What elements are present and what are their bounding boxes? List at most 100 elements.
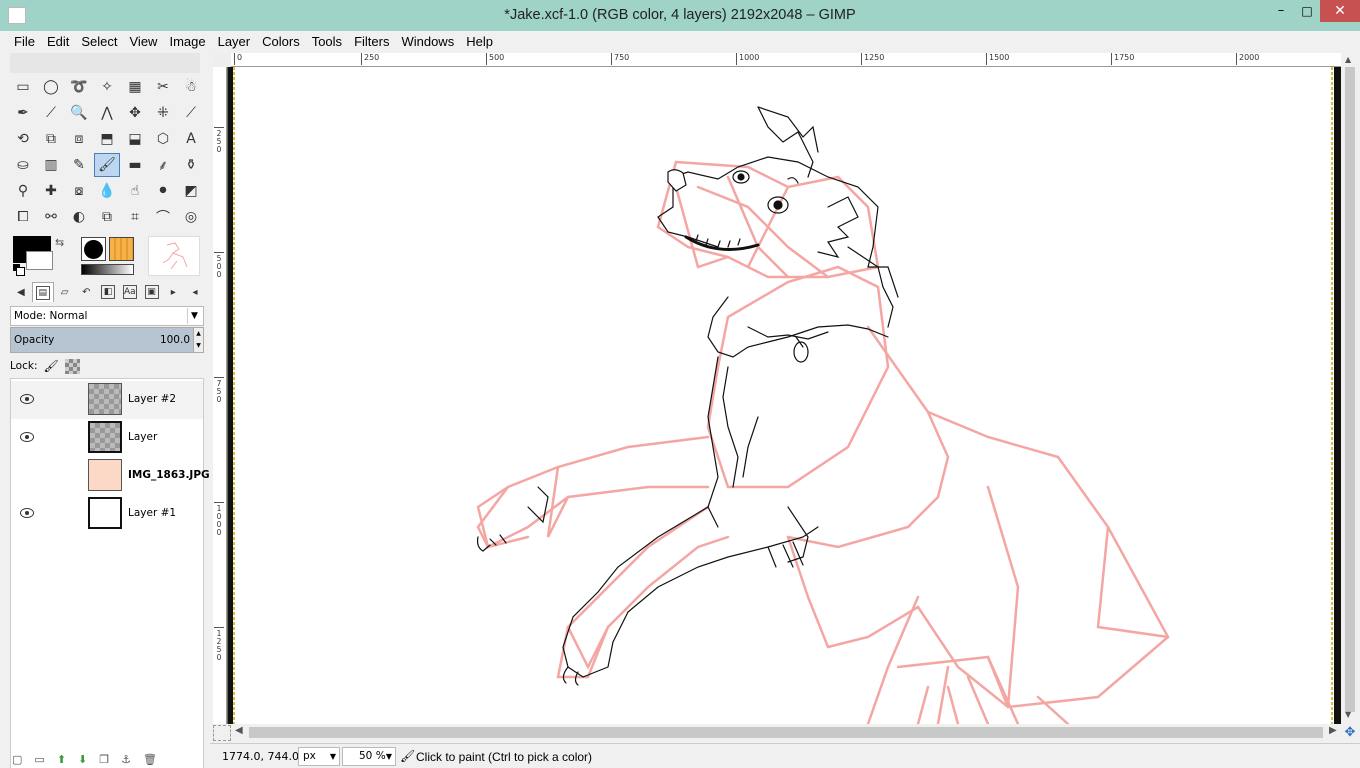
align-icon[interactable]: ⁜ [150, 101, 176, 125]
layer-row[interactable]: Layer #1 [11, 495, 203, 533]
paths-icon[interactable]: ✒ [10, 101, 36, 125]
new-layer-icon[interactable]: ▢ [12, 753, 22, 768]
crop-icon[interactable]: ⟋ [178, 101, 204, 125]
rect-select-icon[interactable]: ▭ [10, 75, 36, 99]
layer-mode-select[interactable]: Mode: Normal ▼ [10, 306, 204, 326]
perspective-clone-icon[interactable]: ⧇ [66, 179, 92, 203]
menu-edit[interactable]: Edit [41, 32, 75, 52]
airbrush-icon[interactable]: ⸙ [150, 153, 176, 177]
seamless-clone-icon[interactable]: ⧉ [94, 205, 120, 229]
layer-name[interactable]: IMG_1863.JPG [128, 469, 210, 481]
visibility-eye-icon[interactable] [20, 470, 34, 480]
layer-thumbnail[interactable] [88, 459, 122, 491]
foreground-select-icon[interactable]: ☃ [178, 75, 204, 99]
heal-icon[interactable]: ✚ [38, 179, 64, 203]
curves-icon[interactable]: ⌒ [150, 205, 176, 229]
blend-icon[interactable]: ▥ [38, 153, 64, 177]
horizontal-scrollbar[interactable]: ◀ ▶ [231, 724, 1341, 741]
menu-select[interactable]: Select [75, 32, 123, 52]
layer-thumbnail[interactable] [88, 497, 122, 529]
bucket-fill-icon[interactable]: ⛀ [10, 153, 36, 177]
visibility-eye-icon[interactable] [20, 432, 34, 442]
layer-thumbnail[interactable] [88, 383, 122, 415]
cage-icon[interactable]: ⬡ [150, 127, 176, 151]
raise-layer-icon[interactable]: ⬆ [57, 753, 66, 768]
unified-transform-icon[interactable]: ◩ [178, 179, 204, 203]
layer-name[interactable]: Layer #1 [128, 507, 176, 519]
free-select-icon[interactable]: ➰ [66, 75, 92, 99]
image-canvas[interactable] [227, 67, 1341, 724]
quick-mask-toggle[interactable] [213, 725, 231, 741]
color-picker-icon[interactable]: ⟋ [38, 101, 64, 125]
horizontal-scroll-thumb[interactable] [249, 727, 1323, 738]
menu-layer[interactable]: Layer [212, 32, 257, 52]
menu-windows[interactable]: Windows [395, 32, 460, 52]
fuzzy-select-icon[interactable]: ✧ [94, 75, 120, 99]
opacity-spinner[interactable]: ▲ ▼ [193, 328, 203, 352]
lower-layer-icon[interactable]: ⬇ [78, 753, 87, 768]
clone-icon[interactable]: ⚲ [10, 179, 36, 203]
pattern-preview[interactable] [109, 237, 134, 261]
paintbrush-icon[interactable]: 🖌 [94, 153, 120, 177]
navigate-icon[interactable]: ✥ [1342, 725, 1358, 741]
tabs-more-icon[interactable]: ▸ [162, 282, 184, 302]
layer-row[interactable]: Layer #2 [11, 381, 203, 419]
eraser-icon[interactable]: ▬ [122, 153, 148, 177]
layers-tab[interactable]: ▤ [31, 282, 54, 302]
delete-layer-icon[interactable]: 🗑 [143, 753, 157, 768]
scroll-left-icon[interactable]: ◀ [235, 725, 243, 736]
layer-name[interactable]: Layer #2 [128, 393, 176, 405]
paths-tab[interactable]: ◧ [97, 282, 119, 302]
layer-row[interactable]: IMG_1863.JPG [11, 457, 210, 495]
menu-view[interactable]: View [124, 32, 164, 52]
vertical-scroll-thumb[interactable] [1345, 67, 1355, 712]
channels-tab[interactable]: ▱ [54, 282, 76, 302]
blur-icon[interactable]: 💧 [94, 179, 120, 203]
active-image-thumbnail[interactable] [148, 236, 200, 276]
menu-tools[interactable]: Tools [306, 32, 348, 52]
move-icon[interactable]: ✥ [122, 101, 148, 125]
scroll-right-icon[interactable]: ▶ [1329, 725, 1337, 736]
shear-icon[interactable]: ⧈ [66, 127, 92, 151]
rotate-icon[interactable]: ⟲ [10, 127, 36, 151]
color-select-icon[interactable]: ▦ [122, 75, 148, 99]
gradient-preview[interactable] [81, 264, 134, 275]
fonts-tab[interactable]: Aa [119, 282, 141, 302]
visibility-eye-icon[interactable] [20, 394, 34, 404]
handle-transform-icon[interactable]: ⧠ [10, 205, 36, 229]
lock-alpha-icon[interactable] [64, 358, 80, 374]
n-point-deform-icon[interactable]: ⌗ [122, 205, 148, 229]
background-color-swatch[interactable] [26, 251, 53, 270]
flip-icon[interactable]: ⬓ [122, 127, 148, 151]
scroll-down-icon[interactable]: ▼ [1345, 710, 1351, 719]
brush-preview[interactable] [81, 237, 106, 261]
measure-icon[interactable]: ⋀ [94, 101, 120, 125]
menu-colors[interactable]: Colors [256, 32, 306, 52]
ellipse-select-icon[interactable]: ◯ [38, 75, 64, 99]
close-button[interactable]: ✕ [1320, 0, 1360, 22]
scroll-up-icon[interactable]: ▲ [1345, 55, 1351, 64]
images-tab[interactable]: ▣ [141, 282, 163, 302]
reset-colors-icon[interactable] [13, 264, 25, 276]
text-icon[interactable]: A [178, 127, 204, 151]
dodge-burn-icon[interactable]: ⚫ [150, 179, 176, 203]
lock-pixels-icon[interactable]: 🖌 [43, 359, 58, 373]
ruler-corner[interactable] [213, 53, 231, 67]
visibility-eye-icon[interactable] [20, 508, 34, 518]
opacity-slider[interactable]: Opacity 100.0 ▲ ▼ [10, 327, 204, 353]
smudge-icon[interactable]: ☝ [122, 179, 148, 203]
warp-icon[interactable]: ⚯ [38, 205, 64, 229]
ink-icon[interactable]: ⚱ [178, 153, 204, 177]
dock-menu-icon[interactable]: ◂ [184, 282, 206, 302]
maximize-button[interactable]: □ [1294, 0, 1320, 22]
anchor-layer-icon[interactable]: ⚓ [121, 753, 131, 768]
zoom-icon[interactable]: 🔍 [66, 101, 92, 125]
mypaint-icon[interactable]: ◐ [66, 205, 92, 229]
unit-select[interactable]: px ▼ [298, 747, 340, 766]
swap-colors-icon[interactable]: ⇆ [55, 236, 64, 249]
minimize-button[interactable]: – [1268, 0, 1294, 22]
scale-icon[interactable]: ⧉ [38, 127, 64, 151]
zoom-select[interactable]: 50 % ▼ [342, 747, 396, 766]
menu-image[interactable]: Image [163, 32, 211, 52]
gegl-icon[interactable]: ◎ [178, 205, 204, 229]
